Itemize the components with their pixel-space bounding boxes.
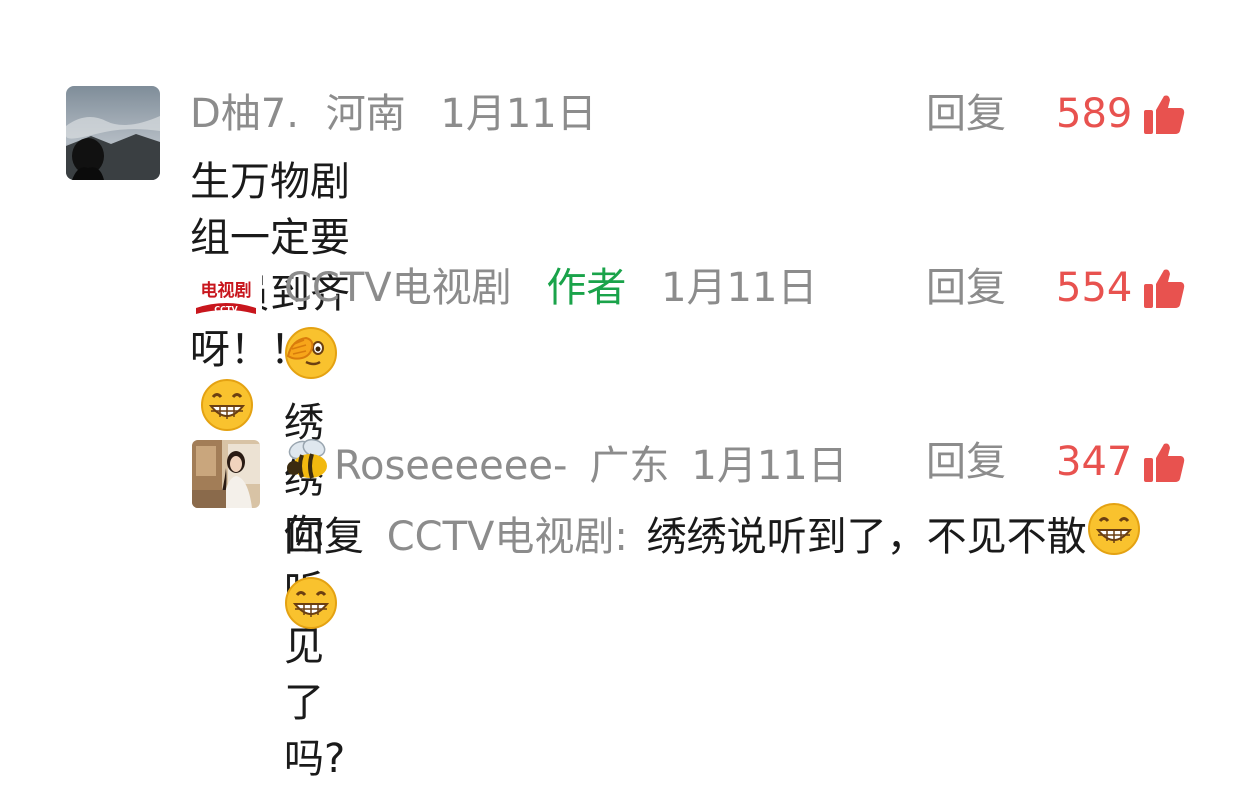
peeking-emoji [284,326,338,395]
like-count: 347 [1056,439,1133,485]
like-count: 554 [1056,265,1133,311]
like-button[interactable]: 589 [1056,90,1186,138]
reply-button[interactable]: 回复 [926,90,1006,138]
timestamp: 1月11日 [440,91,597,137]
thumbs-up-icon [1144,95,1185,134]
avatar[interactable]: 电视剧 CCTV [190,270,262,320]
like-button[interactable]: 347 [1056,438,1186,486]
cctv-logo-avatar: 电视剧 CCTV [190,270,262,320]
comment-meta: D柚7. 河南 1月11日 [190,90,597,138]
username[interactable]: CCTV电视剧 [284,264,512,312]
timestamp: 1月11日 [661,265,818,311]
comment-meta: Roseeeeee- 广东 1月11日 [284,438,848,493]
reply-prefix: 回复 [284,514,364,560]
thumbs-up-icon [1144,443,1185,482]
like-count: 589 [1056,91,1133,137]
location: 广东 [589,442,670,489]
mountain-photo-avatar [66,86,160,180]
avatar[interactable] [192,440,260,508]
location: 河南 [325,91,406,137]
grinning-emoji [284,576,338,650]
reply-target[interactable]: CCTV电视剧: [387,514,628,560]
comment-body: 绣绣说听到了，不见不散 [646,514,1087,560]
grinning-emoji [1087,502,1141,576]
reply-button[interactable]: 回复 [926,264,1006,312]
comment-text: 回复 CCTV电视剧: 绣绣说听到了，不见不散 [284,502,1184,650]
like-button[interactable]: 554 [1056,264,1186,312]
woman-photo-avatar [192,440,260,508]
comment-meta: CCTV电视剧 作者 1月11日 [284,264,817,312]
username[interactable]: D柚7. [190,90,299,138]
logo-subtext: CCTV [214,305,238,314]
bee-emoji [284,438,334,493]
logo-text: 电视剧 [201,280,252,301]
timestamp: 1月11日 [691,442,848,489]
grinning-emoji [200,378,254,447]
author-badge: 作者 [546,265,627,311]
avatar[interactable] [66,86,160,180]
username[interactable]: Roseeeeee- [334,442,567,490]
reply-button[interactable]: 回复 [926,438,1006,486]
thumbs-up-icon [1144,269,1185,308]
